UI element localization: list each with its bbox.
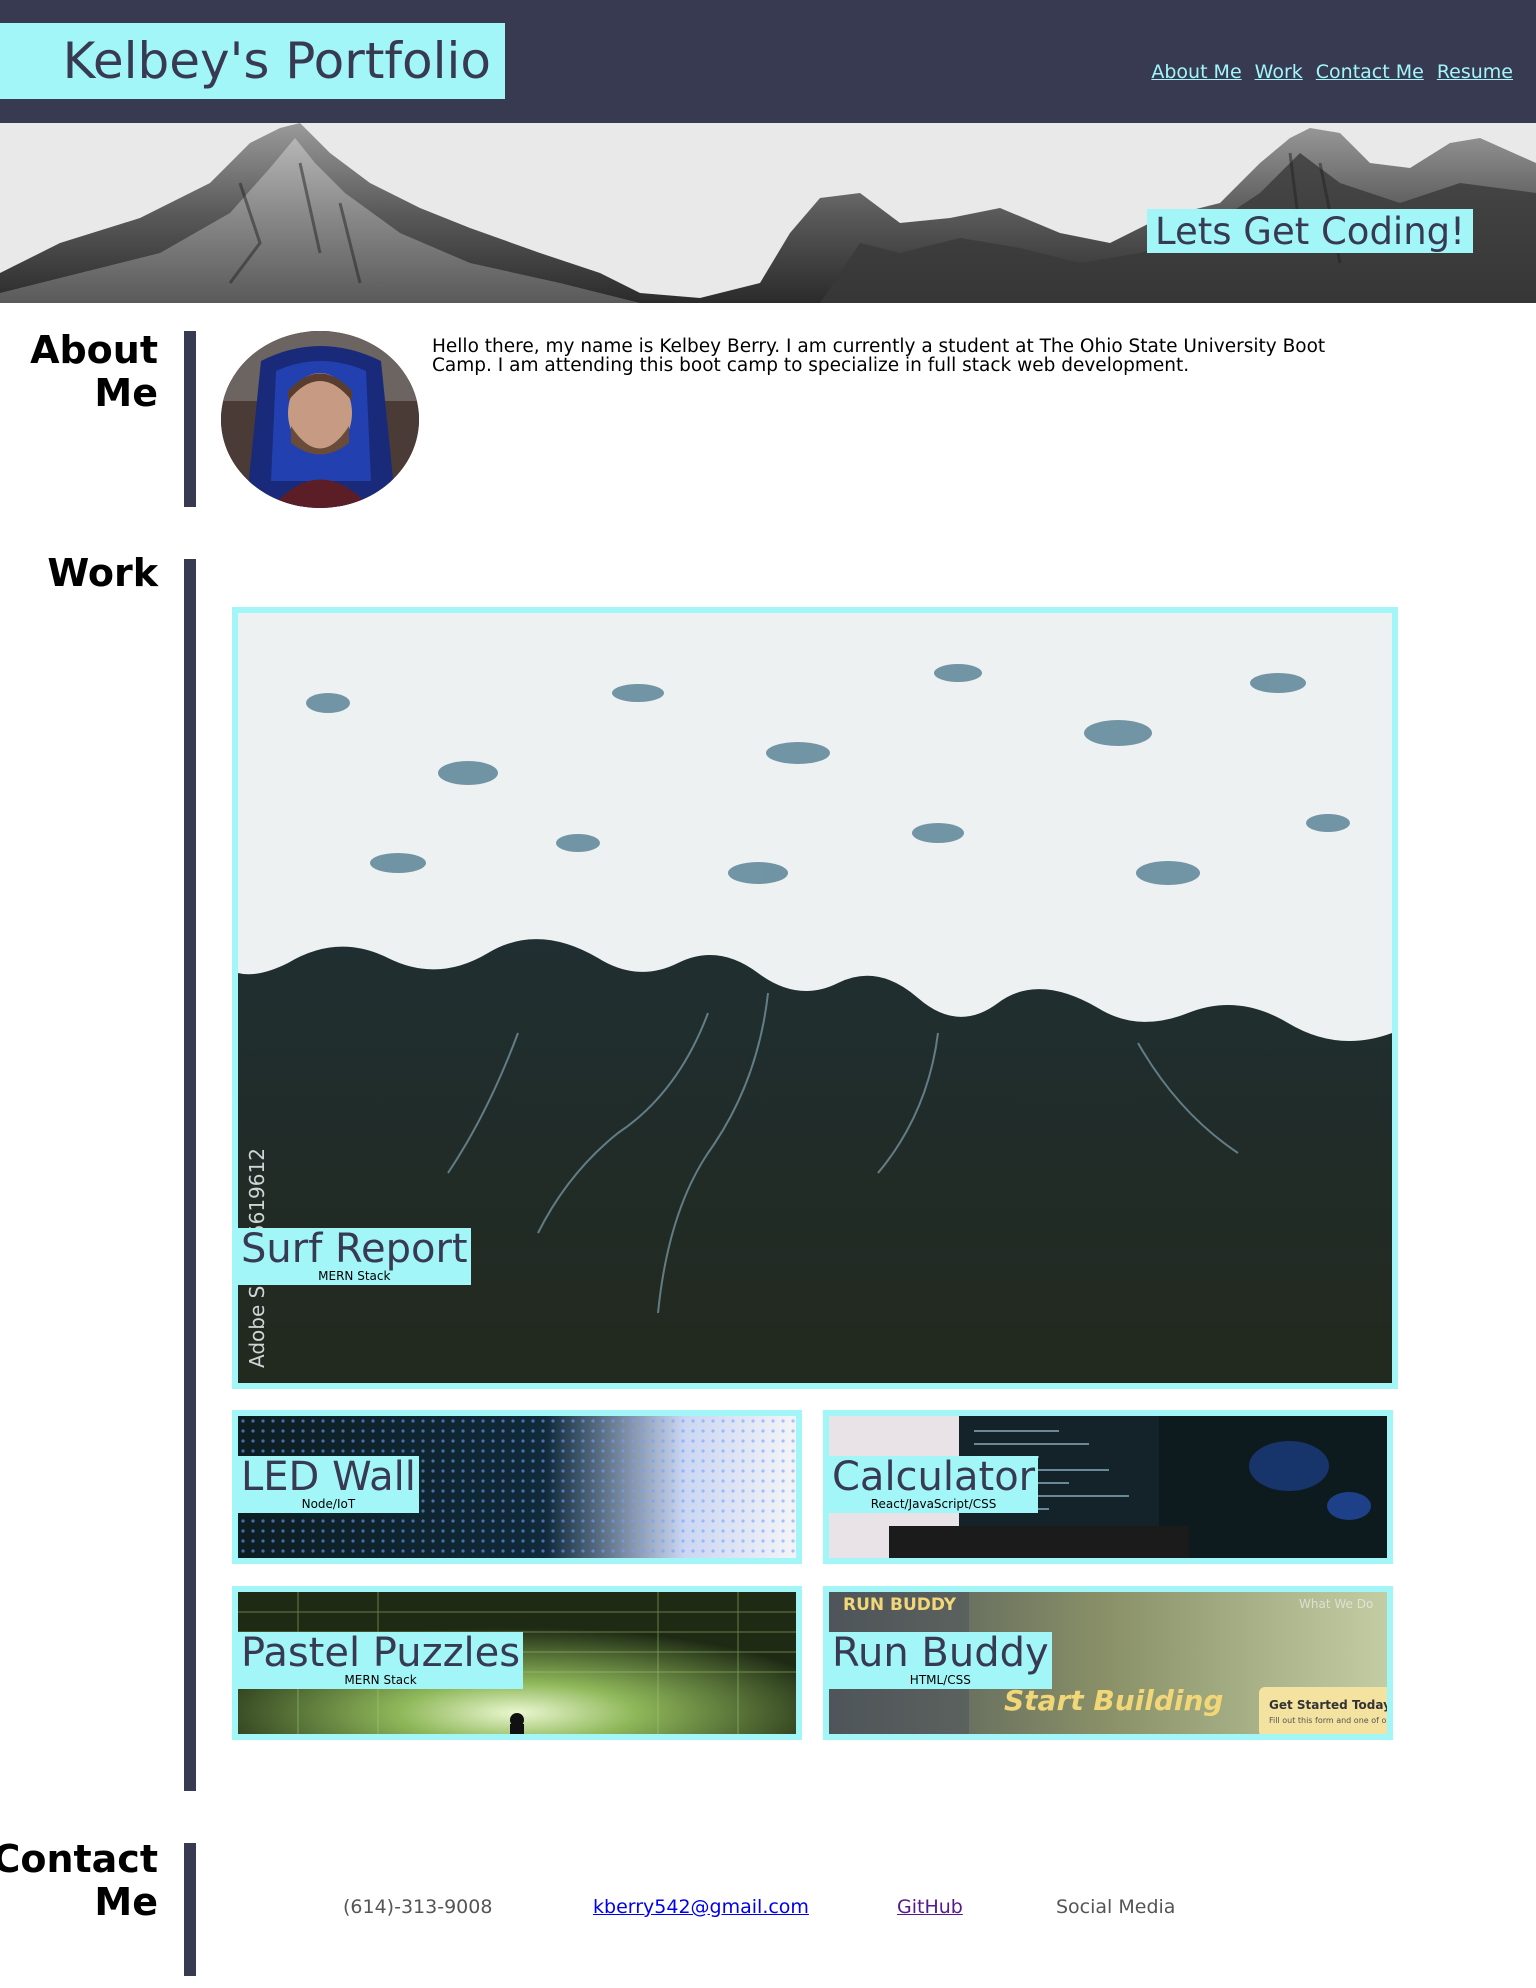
contact-heading-line1: Contact	[0, 1837, 158, 1881]
about-heading: About Me	[30, 329, 158, 415]
hero-tagline: Lets Get Coding!	[1155, 209, 1465, 253]
project-name: Surf Report	[241, 1226, 468, 1272]
site-header: Kelbey's Portfolio About Me Work Contact…	[0, 0, 1536, 123]
project-label-run-buddy: Run Buddy HTML/CSS	[829, 1632, 1052, 1689]
contact-email-link[interactable]: kberry542@gmail.com	[593, 1896, 809, 1918]
svg-text:Fill out this form and one of: Fill out this form and one of o	[1269, 1716, 1386, 1725]
nav-work[interactable]: Work	[1255, 61, 1303, 83]
about-section-bar	[184, 331, 196, 507]
project-name: LED Wall	[241, 1454, 416, 1500]
hero-banner: Lets Get Coding!	[0, 123, 1536, 303]
site-logo: Kelbey's Portfolio	[0, 23, 505, 99]
svg-text:Get Started Today: Get Started Today	[1269, 1698, 1387, 1712]
svg-text:RUN BUDDY: RUN BUDDY	[843, 1595, 957, 1615]
project-card-calculator[interactable]: Calculator React/JavaScript/CSS	[823, 1410, 1393, 1564]
project-card-surf-report[interactable]: Adobe S #195619612 Surf Report MERN Stac…	[232, 607, 1398, 1389]
nav-about-me[interactable]: About Me	[1151, 61, 1241, 83]
svg-text:What We Do: What We Do	[1299, 1597, 1373, 1611]
project-card-led-wall[interactable]: LED Wall Node/IoT	[232, 1410, 802, 1564]
work-heading: Work	[47, 552, 158, 595]
work-section-bar	[184, 559, 196, 1791]
contact-heading: Contact Me	[0, 1838, 158, 1924]
project-label-calculator: Calculator React/JavaScript/CSS	[829, 1454, 1039, 1513]
contact-github-link[interactable]: GitHub	[897, 1896, 963, 1918]
project-label-led-wall: LED Wall Node/IoT	[238, 1456, 419, 1513]
nav-contact-me[interactable]: Contact Me	[1316, 61, 1424, 83]
project-card-run-buddy[interactable]: RUN BUDDY What We Do Start Building Get …	[823, 1586, 1393, 1740]
contact-heading-line2: Me	[94, 1880, 158, 1924]
hero-tagline-badge: Lets Get Coding!	[1147, 209, 1473, 253]
project-label-pastel-puzzles: Pastel Puzzles MERN Stack	[238, 1630, 524, 1689]
work-heading-text: Work	[47, 551, 158, 595]
contact-section-bar	[184, 1843, 196, 1976]
project-card-pastel-puzzles[interactable]: Pastel Puzzles MERN Stack	[232, 1586, 802, 1740]
nav-resume[interactable]: Resume	[1437, 61, 1513, 83]
project-label-surf-report: Surf Report MERN Stack	[238, 1228, 471, 1285]
profile-avatar	[221, 331, 419, 508]
project-name: Run Buddy	[832, 1630, 1049, 1676]
about-heading-line2: Me	[94, 371, 158, 415]
contact-phone: (614)-313-9008	[343, 1896, 493, 1918]
project-name: Calculator	[832, 1454, 1036, 1500]
site-title: Kelbey's Portfolio	[62, 32, 491, 90]
about-text: Hello there, my name is Kelbey Berry. I …	[432, 336, 1326, 376]
about-heading-line1: About	[30, 328, 158, 372]
main-nav: About Me Work Contact Me Resume	[1151, 61, 1513, 83]
contact-social-media: Social Media	[1056, 1896, 1176, 1918]
project-name: Pastel Puzzles	[241, 1630, 521, 1676]
